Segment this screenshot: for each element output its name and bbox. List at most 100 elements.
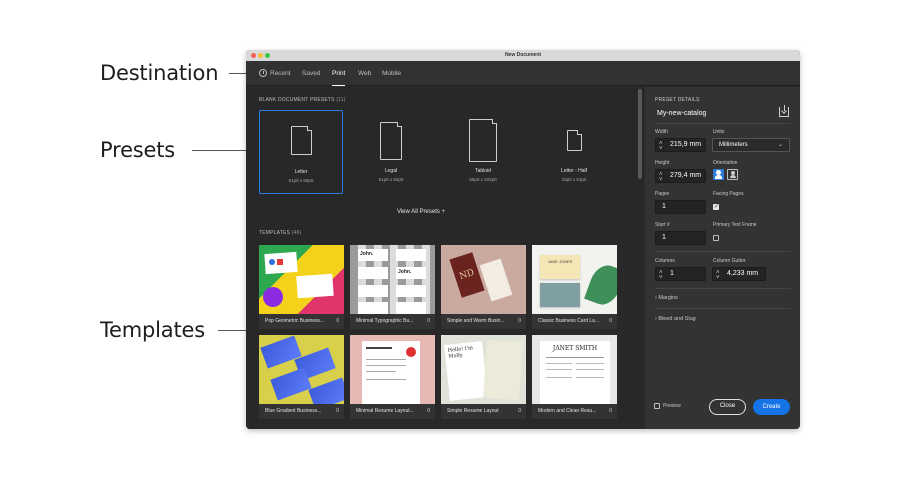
template-caption: Minimal Typographic Bu... 0 — [350, 314, 435, 329]
templates-section-title: TEMPLATES (46) — [259, 230, 301, 236]
facing-pages-checkbox[interactable] — [713, 203, 719, 210]
preset-tabloid[interactable]: Tabloid 66p0 x 102p0 — [441, 110, 525, 194]
template-card[interactable]: Hello! I'm Molly. Simple Resume Layout 0 — [441, 335, 526, 419]
template-thumbnail — [259, 245, 344, 314]
template-count: 0 — [336, 318, 339, 324]
person-body-shape — [715, 175, 722, 179]
template-card[interactable]: Blue Gradient Business... 0 — [259, 335, 344, 419]
margins-section-toggle[interactable]: › Margins — [655, 295, 678, 301]
height-value: 279,4 mm — [670, 172, 702, 179]
columns-label: Columns — [655, 258, 675, 264]
units-label: Units — [713, 129, 725, 135]
bleed-slug-section-toggle[interactable]: › Bleed and Slug — [655, 316, 696, 322]
dot-shape — [269, 259, 275, 265]
preview-checkbox[interactable] — [654, 403, 660, 409]
template-card[interactable]: Minimal Resume Layout... 0 — [350, 335, 435, 419]
text-line — [576, 377, 604, 378]
presets-section-label: BLANK DOCUMENT PRESETS — [259, 97, 335, 103]
view-all-presets-link[interactable]: View All Presets + — [246, 209, 596, 215]
preset-name: Letter — [294, 169, 308, 175]
facing-pages-label: Facing Pages — [713, 191, 744, 197]
tab-web[interactable]: Web — [358, 61, 371, 86]
close-button[interactable]: Close — [709, 399, 746, 415]
height-input[interactable]: 279,4 mm — [655, 169, 706, 186]
template-count: 0 — [518, 318, 521, 324]
scrollbar[interactable] — [638, 89, 642, 179]
template-card[interactable]: John. John. Minimal Typographic Bu... 0 — [350, 245, 435, 329]
document-icon — [567, 130, 582, 151]
template-caption: Modern and Clean Resu... 0 — [532, 404, 617, 419]
columns-input[interactable]: 1 — [655, 267, 706, 284]
template-name: Minimal Typographic Bu... — [356, 318, 414, 324]
chevron-right-icon: › — [655, 316, 657, 322]
card-shape — [358, 267, 388, 279]
save-preset-icon[interactable] — [779, 105, 789, 117]
units-select[interactable]: Millimeters ⌄ — [712, 138, 790, 152]
template-thumbnail — [350, 335, 435, 404]
circle-shape — [406, 347, 416, 357]
card-shape — [358, 302, 388, 314]
template-card[interactable]: ND Simple and Warm Busin... 0 — [441, 245, 526, 329]
text-line — [366, 347, 392, 349]
text-line — [546, 377, 572, 378]
bleed-slug-label: Bleed and Slug — [658, 316, 696, 322]
card-shape — [540, 283, 580, 307]
gutter-stepper[interactable] — [716, 267, 721, 284]
preset-name: Tabloid — [475, 168, 491, 174]
template-thumbnail: John. John. — [350, 245, 435, 314]
columns-stepper[interactable] — [659, 267, 664, 284]
column-gutter-label: Column Gutter — [713, 258, 746, 264]
preview-label: Preview — [663, 403, 681, 409]
start-page-input[interactable]: 1 — [655, 231, 706, 245]
tab-saved[interactable]: Saved — [302, 61, 320, 86]
maximize-window-button[interactable] — [265, 53, 270, 58]
template-caption: Pop Geometric Business... 0 — [259, 314, 344, 329]
preset-letter[interactable]: Letter 51p0 x 66p0 — [259, 110, 343, 194]
page-shape — [483, 339, 523, 401]
card-text: JANET SMITH — [552, 345, 598, 352]
preset-letter-half[interactable]: Letter - Half 33p0 x 51p0 — [532, 110, 616, 194]
tab-mobile[interactable]: Mobile — [382, 61, 401, 86]
gutter-value: 4,233 mm — [727, 270, 759, 277]
template-thumbnail: JANE JONES — [532, 245, 617, 314]
margins-label: Margins — [658, 295, 678, 301]
landscape-orientation-icon[interactable] — [727, 169, 738, 180]
square-shape — [277, 259, 283, 265]
template-thumbnail — [259, 335, 344, 404]
primary-text-frame-checkbox[interactable] — [713, 235, 719, 241]
presets-count: (11) — [336, 97, 346, 103]
card-text: John. — [358, 249, 388, 261]
portrait-orientation-icon[interactable] — [713, 169, 724, 180]
units-value: Millimeters — [719, 142, 748, 148]
template-count: 0 — [518, 408, 521, 414]
templates-count: (46) — [291, 230, 302, 236]
card-shape — [270, 367, 312, 401]
template-card[interactable]: JANET SMITH Modern and Clean Resu... 0 — [532, 335, 617, 419]
width-input[interactable]: 215,9 mm — [655, 138, 706, 155]
minimize-window-button[interactable] — [258, 53, 263, 58]
column-gutter-input[interactable]: 4,233 mm — [712, 267, 766, 284]
template-card[interactable]: Pop Geometric Business... 0 — [259, 245, 344, 329]
template-name: Blue Gradient Business... — [265, 408, 322, 414]
preset-legal[interactable]: Legal 51p0 x 84p0 — [349, 110, 433, 194]
card-shape — [296, 273, 334, 299]
annotation-presets: Presets — [100, 138, 176, 162]
template-thumbnail: ND — [441, 245, 526, 314]
text-line — [366, 371, 396, 372]
tab-recent[interactable]: Recent — [270, 61, 291, 86]
person-body-shape — [729, 175, 736, 178]
template-card[interactable]: JANE JONES Classic Business Card La... 0 — [532, 245, 617, 329]
pages-input[interactable]: 1 — [655, 200, 706, 214]
circle-shape — [263, 287, 283, 307]
card-shape — [479, 258, 513, 302]
create-button[interactable]: Create — [753, 399, 790, 415]
template-count: 0 — [609, 408, 612, 414]
template-thumbnail: JANET SMITH — [532, 335, 617, 404]
close-window-button[interactable] — [251, 53, 256, 58]
height-stepper[interactable] — [659, 169, 664, 186]
tab-print[interactable]: Print — [332, 61, 346, 86]
leaf-shape — [584, 261, 617, 309]
document-name-field[interactable]: My-new-catalog — [657, 110, 706, 117]
width-stepper[interactable] — [659, 138, 664, 155]
text-line — [546, 369, 572, 370]
